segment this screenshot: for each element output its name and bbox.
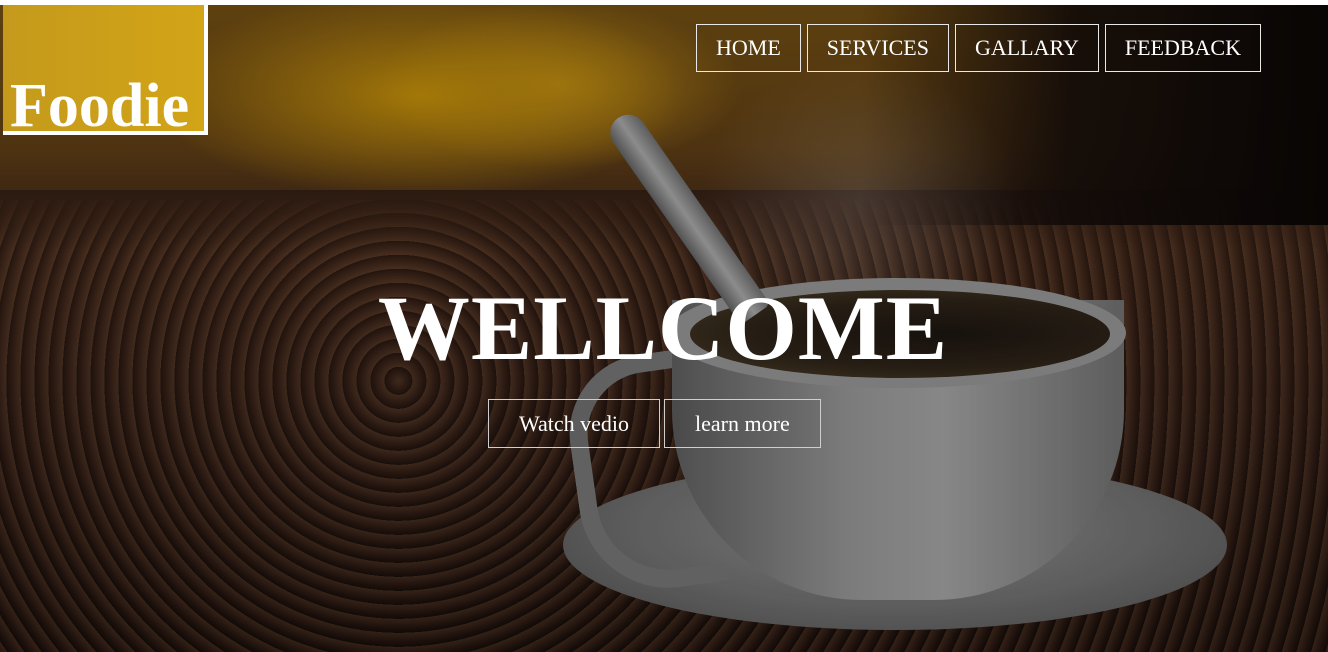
nav-services-link[interactable]: SERVICES — [806, 24, 949, 72]
logo-text: Foodie — [10, 72, 190, 140]
hero-title-text: WELLCOME — [377, 277, 949, 379]
site-logo[interactable]: Foodie — [3, 5, 208, 140]
nav-feedback-link[interactable]: FEEDBACK — [1104, 24, 1261, 72]
nav-gallery-link[interactable]: GALLARY — [954, 24, 1099, 72]
hero-button-group: Watch vedio learn more — [488, 399, 821, 448]
watch-video-button[interactable]: Watch vedio — [488, 399, 661, 448]
learn-more-button[interactable]: learn more — [664, 399, 821, 448]
main-navigation: HOME SERVICES GALLARY FEEDBACK — [696, 24, 1261, 72]
page: Foodie HOME SERVICES GALLARY FEEDBACK WE… — [0, 0, 1328, 652]
hero-title: WELLCOME — [0, 282, 1328, 374]
nav-home-link[interactable]: HOME — [696, 24, 801, 72]
